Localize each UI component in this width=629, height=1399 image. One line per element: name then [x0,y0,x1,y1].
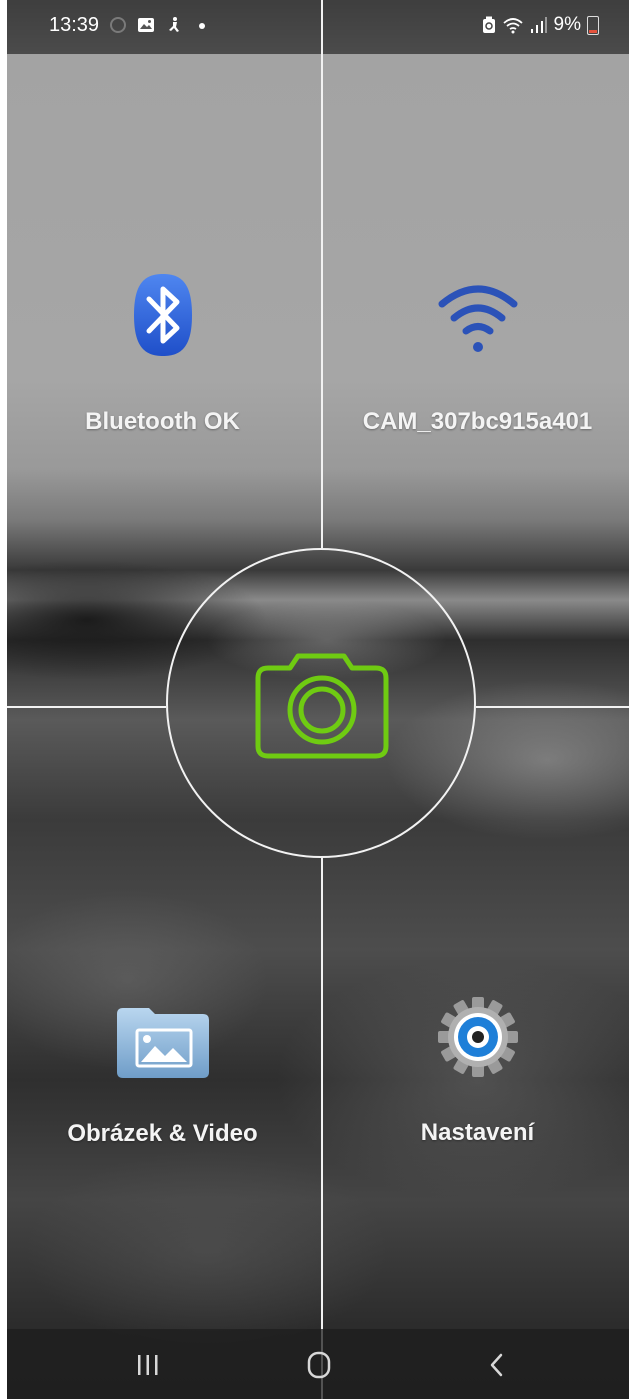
recent-apps-button[interactable] [118,1347,178,1383]
divider-top [321,0,323,550]
status-time: 13:39 [49,14,100,36]
recent-apps-icon [138,1355,158,1375]
back-icon [490,1353,503,1377]
gear-icon [437,997,518,1077]
settings-label: Nastavení [420,1119,535,1146]
bluetooth-icon [133,274,192,356]
bluetooth-status-label: Bluetooth OK [85,408,240,435]
tile-wifi[interactable]: CAM_307bc915a401 [322,278,629,436]
capture-button[interactable] [166,548,476,858]
image-icon [138,18,154,32]
image-folder-icon [116,1008,209,1078]
tile-bluetooth[interactable]: Bluetooth OK [7,270,318,436]
battery-percent: 9% [553,14,581,35]
home-icon [307,1351,331,1379]
battery-saver-icon [482,16,495,33]
navigation-bar [7,1329,629,1399]
home-button[interactable] [289,1347,349,1383]
gallery-label: Obrázek & Video [67,1120,258,1147]
camera-icon [255,653,389,759]
tile-settings[interactable]: Nastavení [322,995,629,1147]
status-right-icons: 9% [482,14,599,36]
wifi-icon [502,18,523,34]
accessibility-icon [169,17,179,32]
back-button[interactable] [467,1347,527,1383]
status-bar: 13:39 9% [7,0,629,54]
battery-icon [587,15,599,35]
wifi-icon [438,285,517,352]
tile-gallery[interactable]: Obrázek & Video [7,1000,318,1148]
alarm-icon [110,17,126,33]
status-left-icons [109,16,211,34]
divider-right [476,706,629,708]
wifi-network-label: CAM_307bc915a401 [362,408,593,435]
signal-icon [530,17,547,33]
app-screen: 13:39 9% Bluetooth OK CAM_307bc915a401 O… [7,0,629,1399]
notification-dot-icon [199,23,205,29]
divider-left [7,706,166,708]
